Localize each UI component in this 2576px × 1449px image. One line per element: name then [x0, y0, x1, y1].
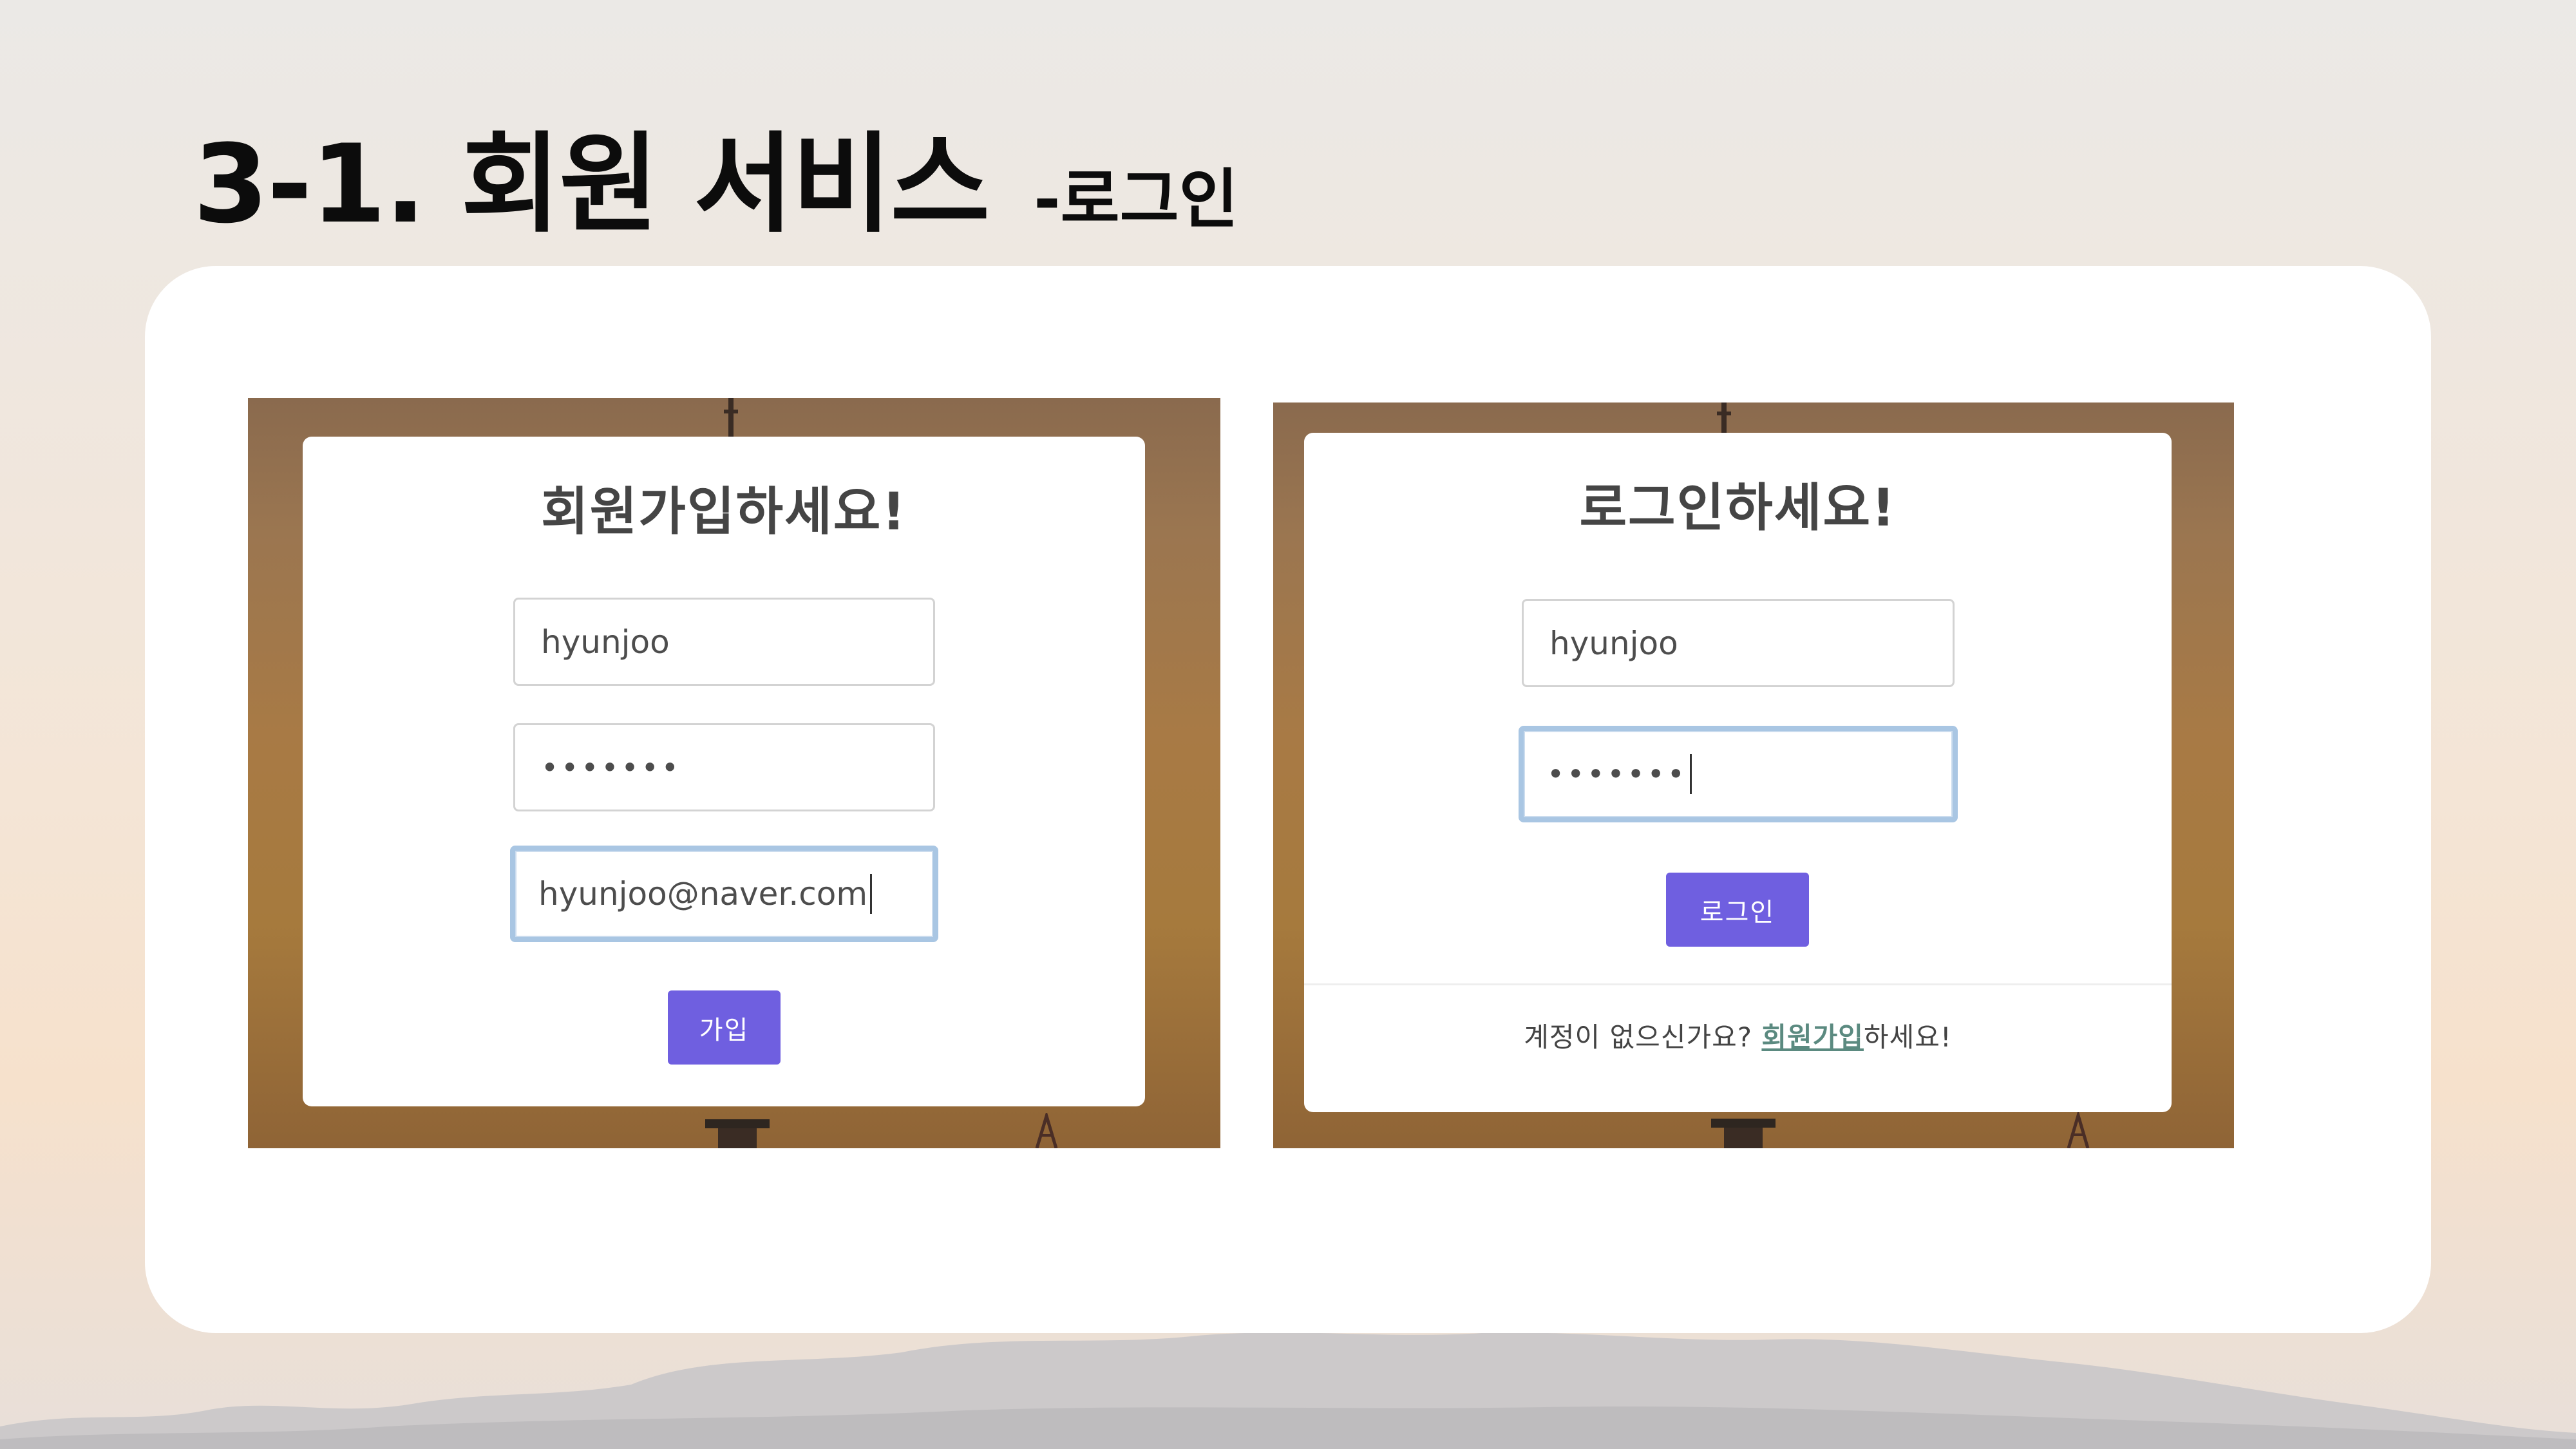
signup-password-input[interactable]: •••••••	[513, 723, 935, 811]
login-card: 로그인하세요! hyunjoo ••••••• 로그인 계정이 없으신가요? 회…	[1304, 433, 2172, 1112]
signup-email-value: hyunjoo@naver.com	[538, 875, 868, 913]
slide-subtitle: -로그인	[1034, 162, 1238, 237]
text-caret	[1689, 754, 1692, 794]
signup-username-value: hyunjoo	[541, 623, 670, 661]
login-footer-suffix: 하세요!	[1863, 1021, 1952, 1053]
tower-top-decoration	[1717, 402, 1731, 435]
tower-top-decoration	[724, 398, 738, 437]
signup-submit-button[interactable]: 가입	[668, 990, 781, 1065]
text-caret	[870, 874, 873, 914]
login-footer-prefix: 계정이 없으신가요?	[1524, 1021, 1762, 1053]
login-heading: 로그인하세요!	[1579, 478, 1897, 538]
signup-password-mask: •••••••	[541, 750, 681, 785]
slide-title-group: 3-1. 회원 서비스 -로그인	[193, 97, 1238, 247]
login-submit-button[interactable]: 로그인	[1666, 873, 1809, 947]
antenna-decoration	[1035, 1113, 1058, 1148]
background-skyline	[0, 1332, 2576, 1449]
signup-screenshot: 회원가입하세요! hyunjoo ••••••• hyunjoo@naver.c…	[248, 398, 1220, 1148]
tower-bottom-decoration	[705, 1119, 770, 1148]
login-username-input[interactable]: hyunjoo	[1522, 599, 1955, 687]
slide-title: 3-1. 회원 서비스	[193, 121, 990, 247]
login-footer: 계정이 없으신가요? 회원가입하세요!	[1304, 1016, 2172, 1055]
signup-heading: 회원가입하세요!	[541, 482, 907, 542]
signup-username-input[interactable]: hyunjoo	[513, 598, 935, 686]
card-divider	[1304, 983, 2172, 985]
login-password-mask: •••••••	[1547, 757, 1687, 791]
login-username-value: hyunjoo	[1549, 624, 1678, 662]
antenna-decoration	[2067, 1112, 2090, 1148]
signup-link[interactable]: 회원가입	[1761, 1021, 1864, 1053]
tower-bottom-decoration	[1711, 1119, 1776, 1148]
login-screenshot: 로그인하세요! hyunjoo ••••••• 로그인 계정이 없으신가요? 회…	[1273, 402, 2234, 1148]
login-password-input[interactable]: •••••••	[1519, 726, 1958, 822]
signup-card: 회원가입하세요! hyunjoo ••••••• hyunjoo@naver.c…	[303, 437, 1145, 1106]
signup-email-input[interactable]: hyunjoo@naver.com	[510, 846, 938, 942]
